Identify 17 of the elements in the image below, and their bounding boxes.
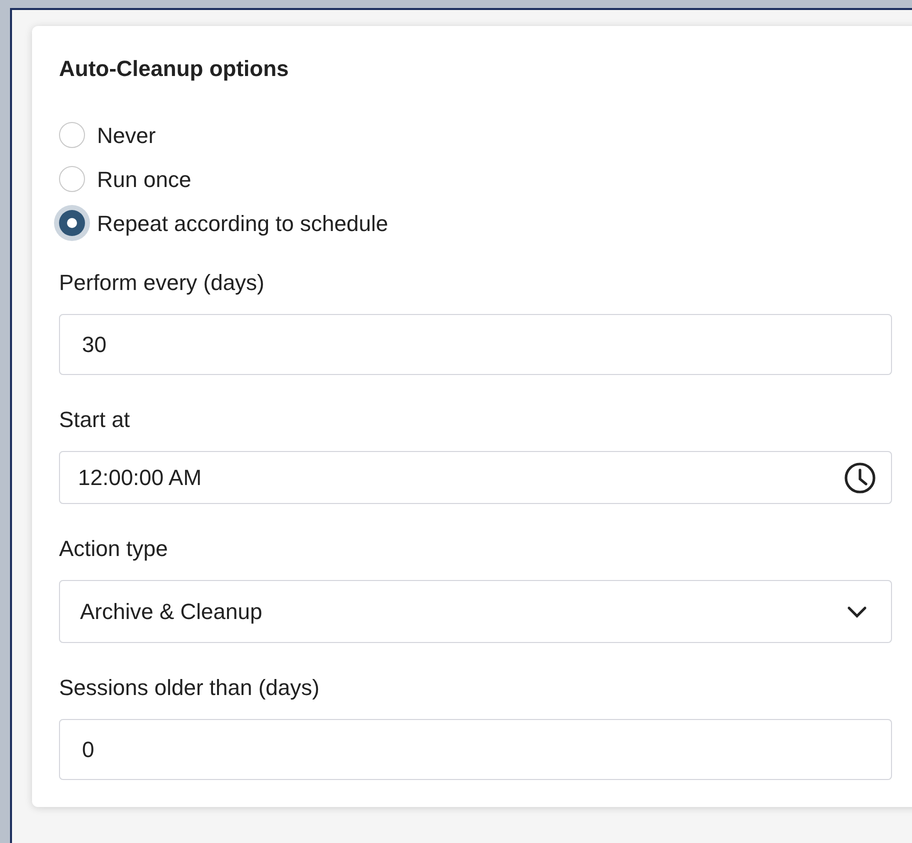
time-field[interactable]: 12:00:00 AM: [59, 451, 892, 504]
input-field[interactable]: 0: [59, 719, 892, 780]
field-label: Action type: [59, 538, 169, 560]
clock-icon[interactable]: [843, 460, 877, 494]
field-label: Start at: [59, 409, 131, 431]
radio-option[interactable]: Never: [59, 120, 892, 150]
chevron-down-icon: [847, 606, 867, 618]
radio-button[interactable]: [59, 122, 85, 148]
field-label: Sessions older than (days): [59, 677, 320, 699]
dropdown[interactable]: Archive & Cleanup: [59, 580, 892, 643]
section-title: Auto-Cleanup options: [59, 58, 290, 80]
radio-button[interactable]: [59, 166, 85, 192]
radio-option[interactable]: Run once: [59, 164, 892, 194]
radio-option[interactable]: Repeat according to schedule: [59, 208, 892, 238]
input-field[interactable]: 30: [59, 314, 892, 375]
field-label: Perform every (days): [59, 272, 266, 294]
radio-button[interactable]: [59, 210, 85, 236]
